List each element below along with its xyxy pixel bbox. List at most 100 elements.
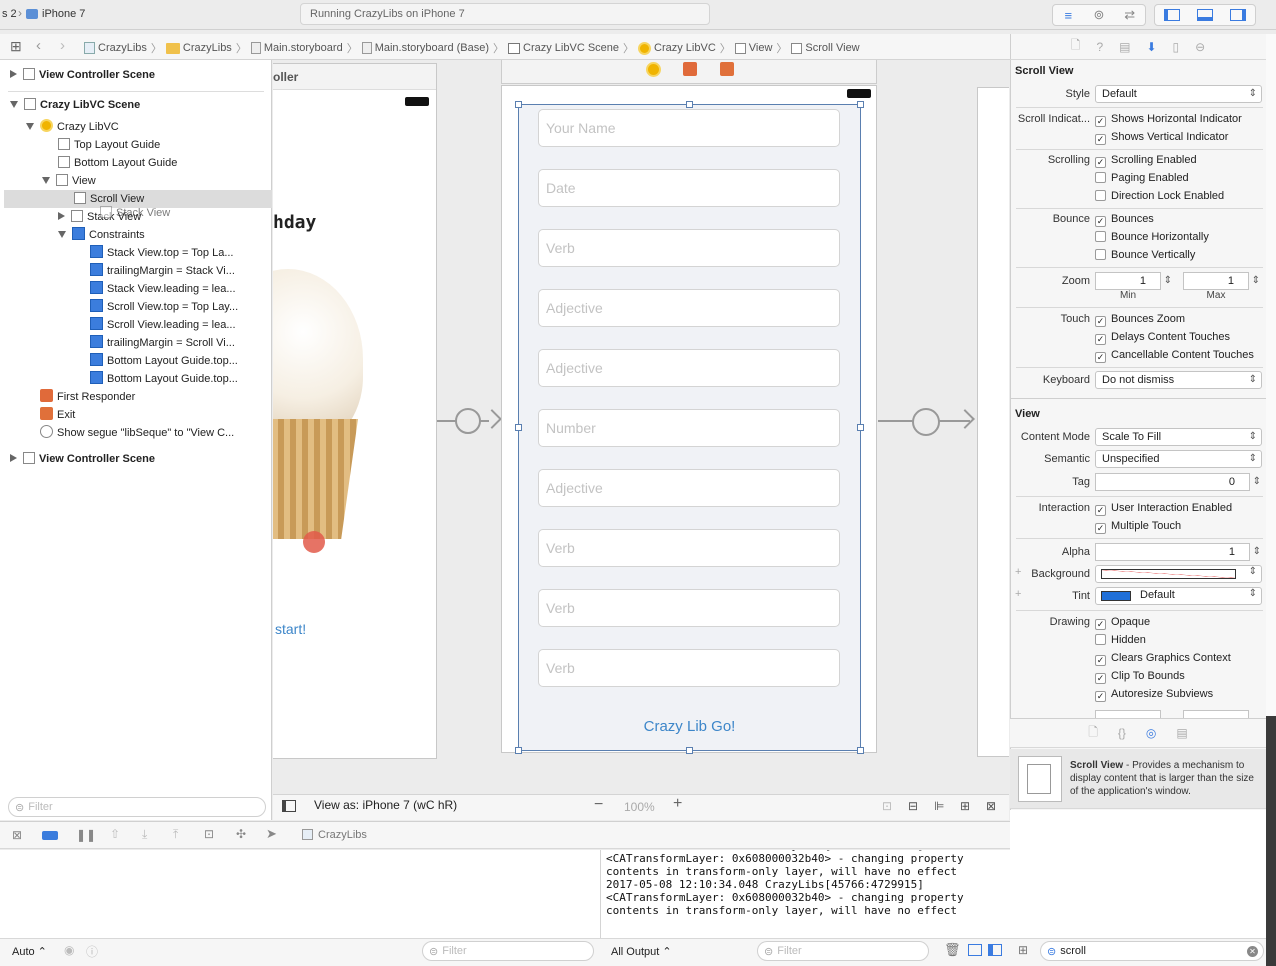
stack-icon[interactable]: ⊟	[908, 799, 918, 813]
related-items-icon[interactable]: ⊞	[10, 38, 22, 55]
outline-top-layout-guide[interactable]: Top Layout Guide	[58, 136, 160, 154]
forward-icon[interactable]: ›	[60, 37, 65, 54]
exit-icon[interactable]	[720, 62, 734, 76]
direction-lock-checkbox[interactable]: Direction Lock Enabled	[1095, 189, 1224, 203]
outline-segue[interactable]: Show segue "libSeque" to "View C...	[40, 424, 234, 442]
text-field-verb[interactable]: Verb	[538, 589, 840, 627]
inspector-toggle-icon[interactable]	[1222, 5, 1255, 25]
media-library-icon[interactable]: ▤	[1176, 726, 1187, 740]
text-field-number[interactable]: Number	[538, 409, 840, 447]
text-field-verb[interactable]: Verb	[538, 229, 840, 267]
text-field-date[interactable]: Date	[538, 169, 840, 207]
content-mode-popup[interactable]: Scale To Fill	[1095, 428, 1262, 446]
code-snippet-icon[interactable]: {}	[1118, 726, 1126, 740]
disclosure-icon[interactable]	[58, 212, 65, 220]
disclosure-icon[interactable]	[42, 177, 50, 184]
resize-handle[interactable]	[857, 101, 864, 108]
object-library-icon[interactable]: ◎	[1146, 726, 1156, 740]
outline-filter-field[interactable]: ⊜ Filter	[8, 797, 266, 817]
resize-handle[interactable]	[686, 747, 693, 754]
resize-handle[interactable]	[515, 424, 522, 431]
update-frames-icon[interactable]: ⊡	[882, 799, 892, 813]
size-inspector-icon[interactable]: ▯	[1173, 40, 1180, 54]
file-inspector-icon[interactable]: 🗋	[1071, 36, 1081, 57]
step-over-icon[interactable]: ⇧	[110, 827, 120, 841]
device-selector[interactable]: iPhone 7	[26, 6, 85, 22]
zoom-min-field[interactable]: 1	[1095, 272, 1172, 290]
text-field-verb[interactable]: Verb	[538, 649, 840, 687]
shows-horizontal-checkbox[interactable]: ✓ Shows Horizontal Indicator	[1095, 112, 1242, 127]
variables-filter-field[interactable]: ⊜ Filter	[422, 941, 594, 961]
semantic-popup[interactable]: Unspecified	[1095, 450, 1262, 468]
text-field-verb[interactable]: Verb	[538, 529, 840, 567]
view-as-label[interactable]: View as: iPhone 7 (wC hR)	[314, 798, 457, 812]
outline-constraint[interactable]: Bottom Layout Guide.top...	[90, 352, 238, 370]
left-scene[interactable]: oller hday start!	[273, 63, 437, 759]
zoom-max-field[interactable]: 1	[1183, 272, 1260, 290]
outline-constraint[interactable]: Bottom Layout Guide.top...	[90, 370, 238, 388]
memory-graph-icon[interactable]: ✣	[236, 827, 246, 841]
disclosure-icon[interactable]	[10, 454, 17, 462]
hidden-checkbox[interactable]: Hidden	[1095, 633, 1146, 647]
text-field-adjective[interactable]: Adjective	[538, 469, 840, 507]
align-icon[interactable]: ⊫	[934, 799, 944, 813]
split-left-icon[interactable]	[968, 944, 982, 956]
step-into-icon[interactable]: ⤓	[142, 827, 147, 842]
hide-debug-icon[interactable]: ⊠	[12, 828, 22, 842]
library-item-scroll-view[interactable]: Scroll View - Provides a mechanism to di…	[1010, 749, 1266, 809]
bounces-checkbox[interactable]: ✓ Bounces	[1095, 212, 1154, 227]
variables-view[interactable]	[0, 850, 600, 938]
console-view[interactable]: 2017-05-08 12:10:34.048 CrazyLibs[45766:…	[600, 850, 1010, 938]
resize-handle[interactable]	[857, 424, 864, 431]
location-icon[interactable]: ➤	[266, 826, 277, 842]
shows-vertical-checkbox[interactable]: ✓ Shows Vertical Indicator	[1095, 130, 1228, 145]
keyboard-popup[interactable]: Do not dismiss	[1095, 371, 1262, 389]
standard-editor-icon[interactable]: ≡	[1053, 5, 1084, 25]
outline-constraints[interactable]: Constraints	[58, 226, 145, 244]
outline-constraint[interactable]: Scroll View.leading = lea...	[90, 316, 236, 334]
library-search-field[interactable]: ⊜ scroll ✕	[1040, 941, 1264, 961]
outline-constraint[interactable]: trailingMargin = Scroll Vi...	[90, 334, 235, 352]
paging-enabled-checkbox[interactable]: Paging Enabled	[1095, 171, 1189, 185]
pin-icon[interactable]: ⊞	[960, 799, 970, 813]
text-field-adjective[interactable]: Adjective	[538, 289, 840, 327]
outline-scene-view-controller[interactable]: View Controller Scene	[10, 66, 155, 84]
outline-first-responder[interactable]: First Responder	[40, 388, 135, 406]
library-list[interactable]	[1010, 810, 1266, 938]
connections-inspector-icon[interactable]: ⊖	[1195, 40, 1205, 54]
breadcrumb-project[interactable]: CrazyLibs	[84, 42, 147, 54]
breadcrumb-vc[interactable]: Crazy LibVC	[638, 41, 716, 55]
clear-search-icon[interactable]: ✕	[1247, 945, 1258, 957]
style-popup[interactable]: Default	[1095, 85, 1262, 103]
trash-icon[interactable]: 🗑	[944, 942, 961, 958]
text-field-adjective[interactable]: Adjective	[538, 349, 840, 387]
bounce-horizontally-checkbox[interactable]: Bounce Horizontally	[1095, 230, 1209, 244]
back-icon[interactable]: ‹	[36, 37, 41, 54]
console-filter-field[interactable]: ⊜ Filter	[757, 941, 929, 961]
bounces-zoom-checkbox[interactable]: ✓ Bounces Zoom	[1095, 312, 1185, 327]
first-responder-icon[interactable]	[683, 62, 697, 76]
resize-handle[interactable]	[857, 747, 864, 754]
text-field-your-name[interactable]: Your Name	[538, 109, 840, 147]
user-interaction-checkbox[interactable]: ✓ User Interaction Enabled	[1095, 501, 1232, 516]
breadcrumb-storyboard-base[interactable]: Main.storyboard (Base)	[361, 42, 489, 54]
resolve-icon[interactable]: ⊠	[986, 799, 996, 813]
resize-handle[interactable]	[686, 101, 693, 108]
resize-handle[interactable]	[515, 101, 522, 108]
clip-to-bounds-checkbox[interactable]: ✓ Clip To Bounds	[1095, 669, 1185, 684]
split-right-icon[interactable]	[988, 944, 1002, 956]
segue-arrow-right[interactable]	[878, 404, 976, 438]
version-editor-icon[interactable]: ⇄	[1114, 5, 1145, 25]
assistant-editor-icon[interactable]: ⊚	[1084, 5, 1115, 25]
breakpoints-icon[interactable]	[42, 831, 58, 840]
info-icon[interactable]: ⓘ	[86, 943, 98, 960]
navigator-toggle-icon[interactable]	[1155, 5, 1188, 25]
pause-icon[interactable]: ❚❚	[76, 828, 96, 842]
bounce-vertically-checkbox[interactable]: Bounce Vertically	[1095, 248, 1195, 262]
outline-constraint[interactable]: Stack View.top = Top La...	[90, 244, 233, 262]
multiple-touch-checkbox[interactable]: ✓ Multiple Touch	[1095, 519, 1181, 534]
outline-bottom-layout-guide[interactable]: Bottom Layout Guide	[58, 154, 177, 172]
breadcrumb-scene[interactable]: Crazy LibVC Scene	[508, 42, 619, 54]
step-out-icon[interactable]: ⤒	[173, 827, 178, 842]
outline-scene-crazy-libvc[interactable]: Crazy LibVC Scene	[10, 96, 140, 114]
